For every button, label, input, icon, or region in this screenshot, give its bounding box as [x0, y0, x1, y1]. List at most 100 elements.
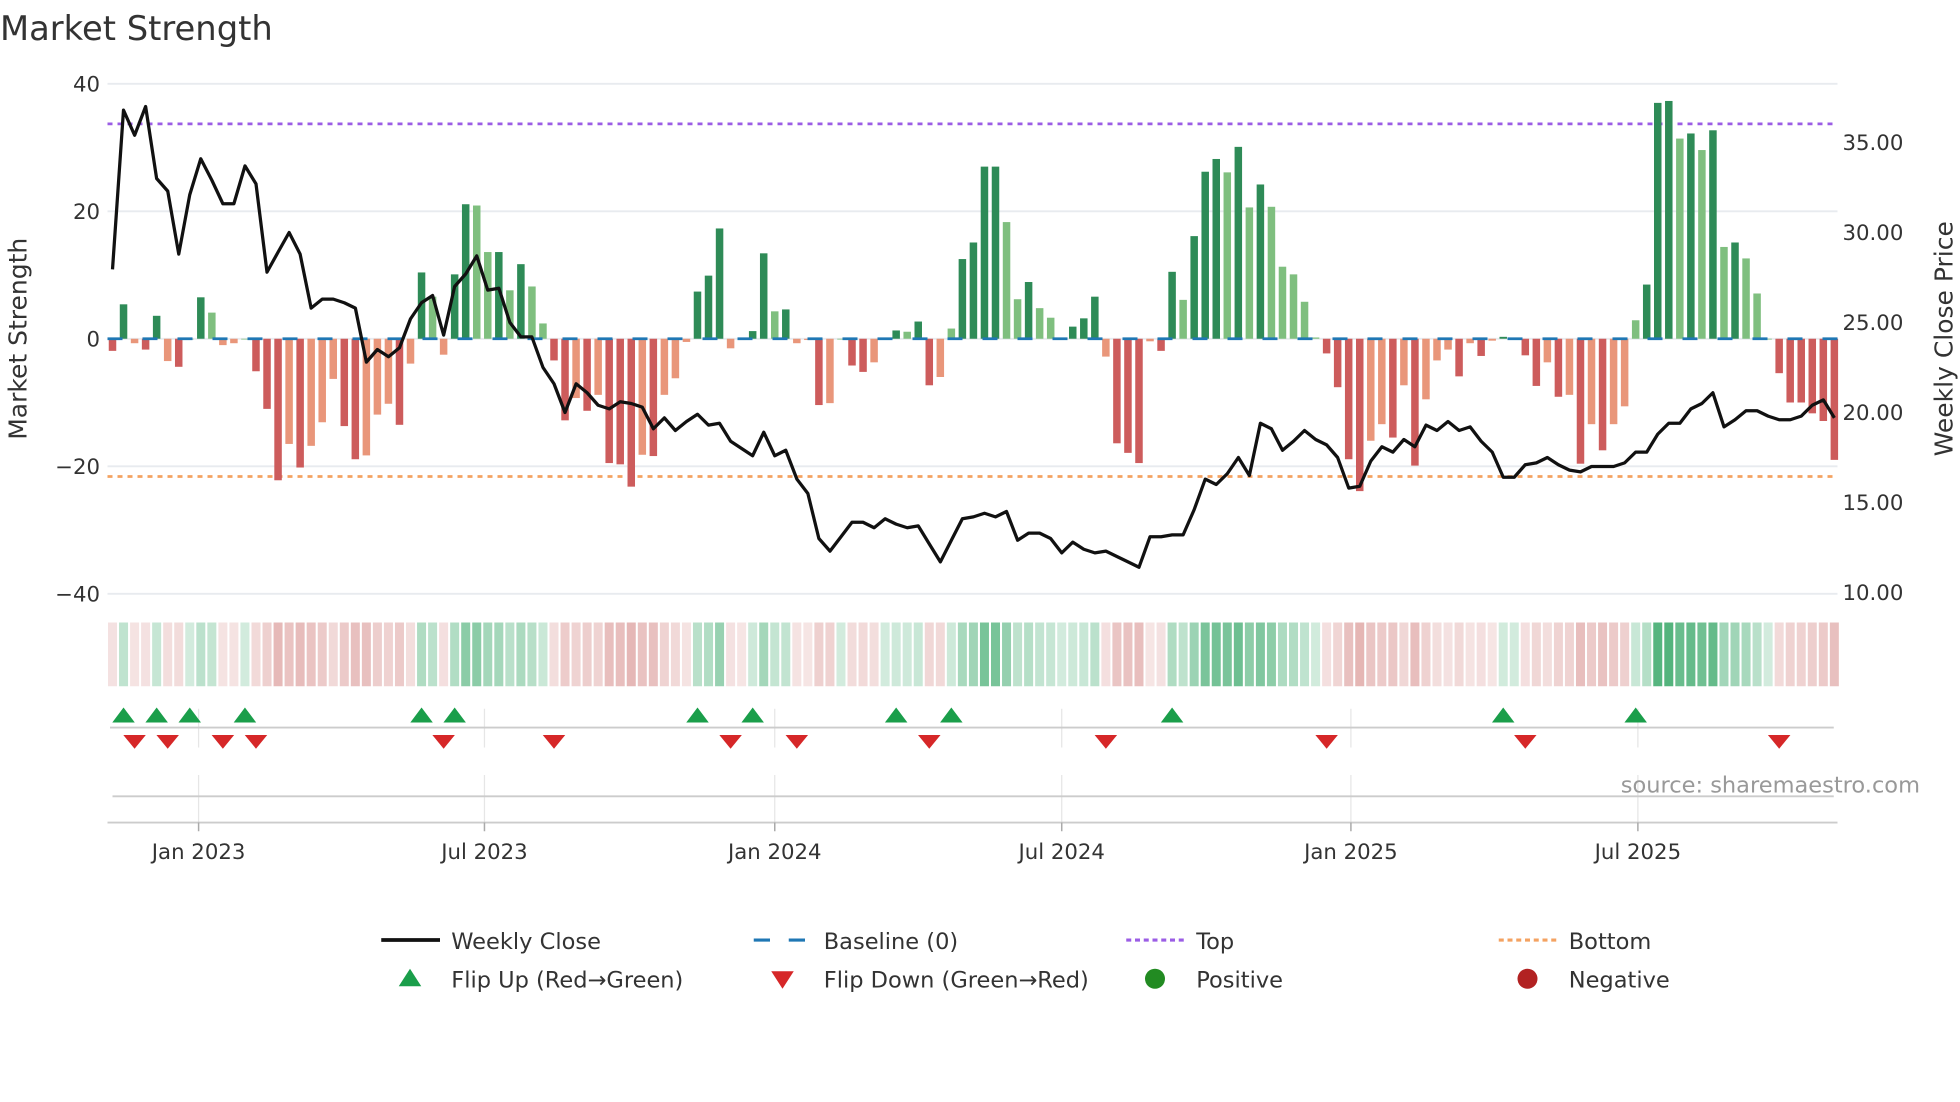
negative-bar: [406, 338, 415, 364]
left-tick-label: −20: [55, 455, 100, 480]
flip-down-marker: [211, 735, 235, 749]
legend-circle-icon: [1145, 968, 1165, 989]
negative-bar: [1576, 338, 1585, 464]
heat-cell: [1796, 622, 1806, 687]
heat-cell: [549, 622, 559, 687]
heat-cell: [737, 622, 747, 687]
heat-cell: [1443, 622, 1453, 687]
heat-cell: [1233, 622, 1243, 687]
heat-cell: [1774, 622, 1784, 687]
negative-bar: [1620, 338, 1629, 407]
negative-bar: [252, 338, 260, 372]
heat-cell: [1476, 622, 1486, 687]
negative-bar: [649, 338, 658, 457]
flip-down-marker: [785, 735, 809, 749]
heat-cell: [1708, 622, 1718, 687]
heat-cell: [383, 622, 393, 687]
negative-bar: [1113, 338, 1121, 444]
heat-cell: [1587, 622, 1597, 687]
heat-cell: [1145, 622, 1155, 687]
positive-bar: [1300, 301, 1309, 339]
negative-bar: [1455, 338, 1463, 377]
negative-bar: [1367, 338, 1375, 441]
heat-cell: [803, 622, 813, 687]
negative-bar: [826, 338, 834, 404]
flip-markers-panel: [110, 707, 1834, 823]
heat-cell: [295, 622, 305, 687]
heat-cell: [1675, 622, 1685, 687]
heat-cell: [1564, 622, 1574, 687]
positive-bar: [1190, 236, 1198, 339]
positive-bar: [1698, 150, 1706, 339]
x-tick-label: Jul 2024: [1016, 840, 1104, 865]
positive-bar: [759, 253, 768, 339]
heat-cell: [1311, 622, 1321, 687]
x-tick-label: Jul 2023: [439, 840, 527, 865]
positive-bar: [1654, 102, 1662, 339]
legend-circle-icon: [1517, 968, 1538, 989]
heat-cell: [1178, 622, 1188, 687]
heat-cell: [1763, 622, 1773, 687]
positive-bar: [1665, 100, 1673, 339]
negative-bar: [870, 338, 878, 363]
heat-cell: [483, 622, 493, 687]
heat-cell: [748, 622, 758, 687]
heat-cell: [593, 622, 603, 687]
positive-bar: [1212, 158, 1220, 339]
heat-cell: [141, 622, 151, 687]
negative-bar: [439, 338, 448, 355]
negative-bar: [230, 338, 238, 344]
positive-bar: [991, 166, 1000, 339]
heat-cell: [1289, 622, 1299, 687]
heat-cell: [1575, 622, 1585, 687]
heat-cell: [869, 622, 879, 687]
positive-bar: [693, 291, 702, 339]
right-axis-label: Weekly Close Price: [1930, 221, 1959, 456]
flip-down-marker: [719, 735, 742, 749]
negative-bar: [848, 338, 856, 366]
positive-bar: [1267, 206, 1276, 339]
flip-down-marker: [918, 735, 941, 749]
negative-bar: [859, 338, 867, 372]
heat-cell: [648, 622, 658, 687]
flip-up-marker: [1491, 707, 1515, 723]
negative-bar: [605, 338, 613, 464]
flip-down-marker: [1514, 735, 1537, 749]
heat-cell: [1189, 622, 1199, 687]
negative-bar: [660, 338, 669, 395]
left-axis-label: Market Strength: [3, 238, 32, 440]
flip-down-marker: [432, 735, 455, 749]
negative-bar: [925, 338, 934, 386]
heat-cell: [1255, 622, 1265, 687]
legend-negative-label: Negative: [1569, 968, 1670, 994]
heat-cell: [339, 622, 349, 687]
positive-bar: [1080, 318, 1088, 339]
heat-cell: [163, 622, 173, 687]
positive-bar: [484, 252, 492, 339]
negative-bar: [594, 338, 602, 395]
flip-down-marker: [1094, 735, 1118, 749]
heat-cell: [1454, 622, 1464, 687]
heat-cell: [251, 622, 261, 687]
positive-bar: [1069, 326, 1077, 339]
right-tick-label: 20.00: [1843, 401, 1904, 426]
heat-cell: [450, 622, 460, 687]
negative-bar: [1587, 338, 1596, 425]
flip-down-marker: [542, 735, 566, 749]
heat-cell: [185, 622, 195, 687]
positive-bar: [208, 312, 216, 339]
heat-cell: [1609, 622, 1619, 687]
heat-cell: [1686, 622, 1696, 687]
legend: Weekly Close Baseline (0) Top Bottom Flip Up…: [381, 929, 1670, 994]
legend-bottom-label: Bottom: [1569, 929, 1652, 955]
heat-cell: [394, 622, 404, 687]
heat-cell: [968, 622, 978, 687]
heat-cell: [946, 622, 956, 687]
heat-cell: [1818, 622, 1828, 687]
heat-cell: [1013, 622, 1023, 687]
positive-bar: [892, 330, 900, 339]
legend-weekly-close-label: Weekly Close: [451, 929, 601, 955]
heat-cell: [847, 622, 857, 687]
heat-cell: [1752, 622, 1762, 687]
negative-bar: [1433, 338, 1441, 361]
